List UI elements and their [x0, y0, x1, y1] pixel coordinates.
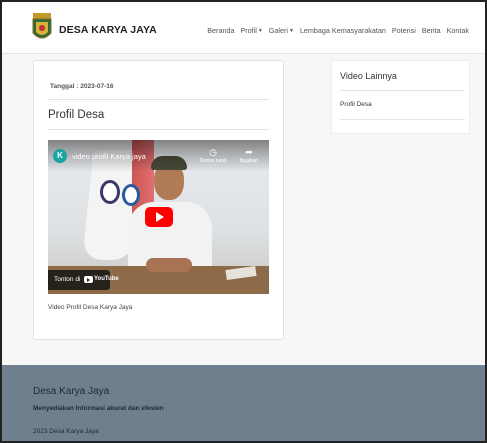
nav-potensi[interactable]: Potensi: [392, 26, 416, 35]
divider: [340, 119, 465, 120]
share-button[interactable]: ➦ Bagikan: [234, 147, 264, 164]
thumbnail-emblem: [100, 180, 120, 204]
shield-emblem-icon[interactable]: [32, 13, 52, 43]
sidebar-card: Video Lainnya Profil Desa: [331, 60, 470, 134]
channel-avatar[interactable]: K: [53, 149, 67, 163]
divider: [48, 129, 269, 130]
brand-name[interactable]: DESA KARYA JAYA: [59, 24, 157, 36]
footer-title: Desa Karya Jaya: [33, 386, 110, 397]
video-title[interactable]: video profil Karya jaya: [72, 152, 146, 161]
divider: [340, 90, 465, 91]
video-caption: Video Profil Desa Karya Jaya: [48, 304, 133, 311]
youtube-embed[interactable]: K video profil Karya jaya ◷ Tonton nanti…: [48, 140, 269, 294]
main-nav: Beranda Profil▼ Galeri▼ Lembaga Kemasyar…: [207, 26, 469, 35]
caret-down-icon: ▼: [257, 28, 263, 34]
navbar: DESA KARYA JAYA Beranda Profil▼ Galeri▼ …: [2, 2, 485, 54]
caret-down-icon: ▼: [288, 28, 294, 34]
nav-galeri[interactable]: Galeri▼: [269, 26, 294, 35]
footer-copyright: 2023 Desa Karya Jaya: [33, 428, 99, 435]
divider: [48, 99, 269, 100]
footer: Desa Karya Jaya Menyediakan Informasi ak…: [2, 365, 485, 441]
thumbnail-emblem: [122, 184, 140, 206]
play-button[interactable]: [145, 207, 173, 227]
nav-lembaga[interactable]: Lembaga Kemasyarakatan: [300, 26, 386, 35]
post-date: Tanggal : 2023-07-16: [50, 83, 114, 90]
nav-berita[interactable]: Berita: [422, 26, 441, 35]
sidebar-title: Video Lainnya: [340, 71, 397, 81]
post-title: Profil Desa: [48, 109, 105, 121]
video-top-bar: K video profil Karya jaya ◷ Tonton nanti…: [48, 140, 269, 172]
post-card: Tanggal : 2023-07-16 Profil Desa K video…: [33, 60, 284, 340]
share-arrow-icon: ➦: [245, 147, 253, 157]
watch-on-youtube-button[interactable]: Tonton di YouTube: [48, 270, 119, 290]
nav-beranda[interactable]: Beranda: [207, 26, 234, 35]
youtube-logo-icon: [84, 276, 93, 283]
sidebar-video-link[interactable]: Profil Desa: [340, 101, 372, 108]
nav-profil[interactable]: Profil▼: [240, 26, 262, 35]
watch-later-button[interactable]: ◷ Tonton nanti: [198, 147, 228, 164]
clock-icon: ◷: [209, 147, 217, 157]
thumbnail-person-hands: [146, 258, 192, 272]
nav-kontak[interactable]: Kontak: [447, 26, 469, 35]
footer-tagline: Menyediakan Informasi akurat dan efesien: [33, 405, 164, 412]
